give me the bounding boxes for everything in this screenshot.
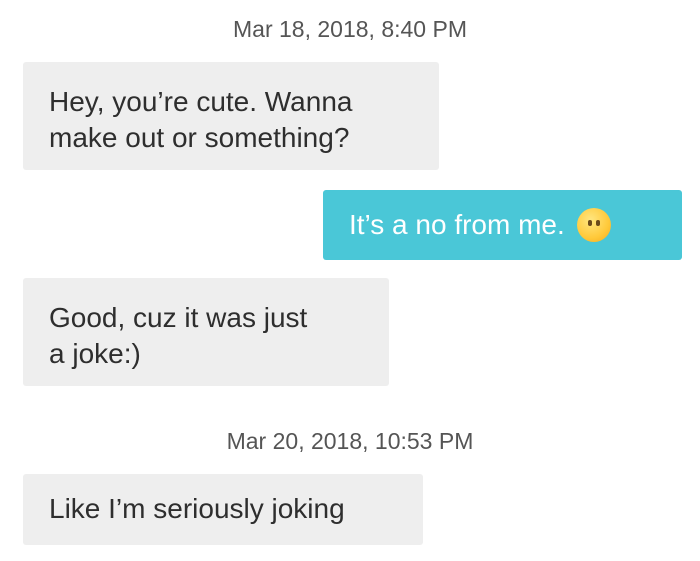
message-line: a joke:) [49, 338, 141, 369]
message-line: Hey, you’re cute. Wanna [49, 86, 353, 117]
emoji-eye [595, 220, 600, 226]
timestamp: Mar 18, 2018, 8:40 PM [233, 16, 467, 42]
message-line: Good, cuz it was just [49, 302, 308, 333]
timestamp: Mar 20, 2018, 10:53 PM [226, 428, 474, 454]
message-line: Like I’m seriously joking [49, 493, 345, 524]
face-without-mouth-emoji-icon [576, 208, 611, 242]
emoji-eye [587, 220, 592, 226]
message-bubble-received[interactable]: Hey, you’re cute. Wanna make out or some… [23, 62, 439, 170]
message-text: It’s a no from me. [349, 209, 565, 240]
message-bubble-received[interactable]: Good, cuz it was just a joke:) [23, 278, 389, 386]
message-line: make out or something? [49, 122, 350, 153]
message-bubble-sent[interactable]: It’s a no from me. [323, 190, 682, 260]
message-bubble-received[interactable]: Like I’m seriously joking [23, 474, 423, 545]
